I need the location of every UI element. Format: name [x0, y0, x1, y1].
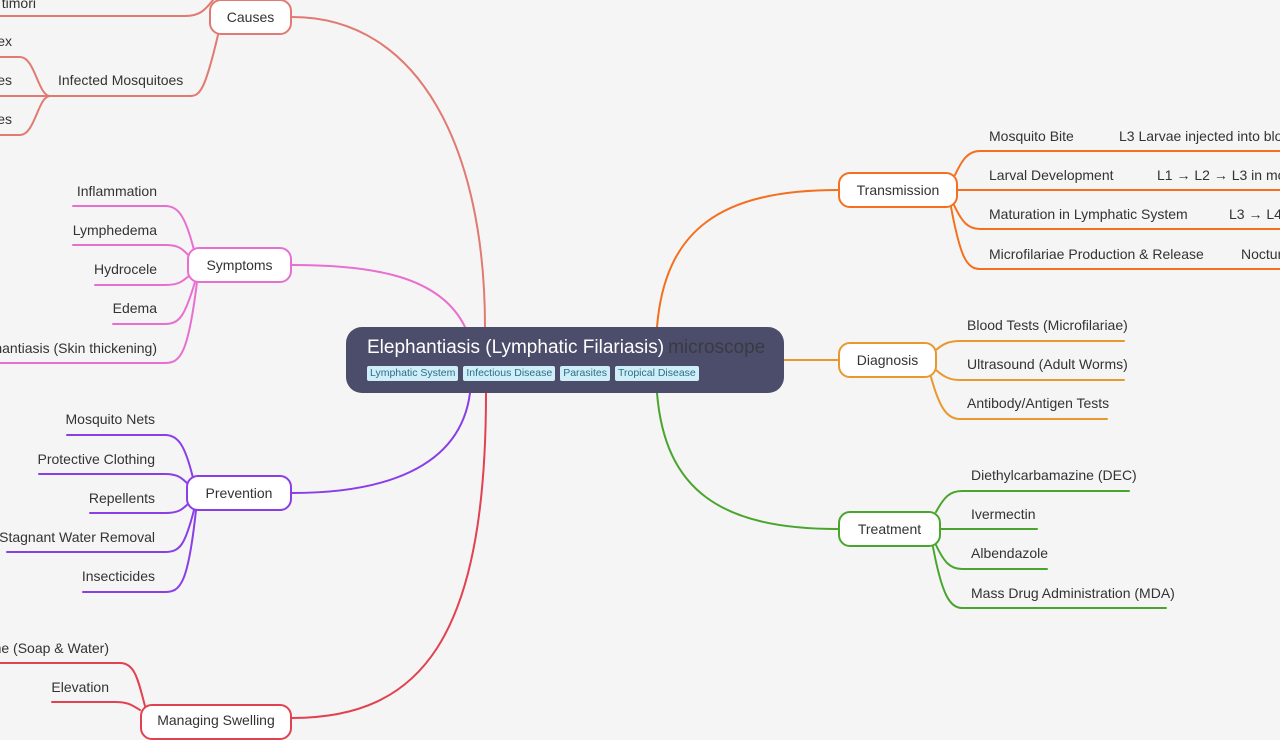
- mosquito-child[interactable]: es: [0, 71, 12, 89]
- link-sym-2: [72, 244, 191, 258]
- link-root-prevention: [291, 392, 471, 494]
- symptom-item[interactable]: Inflammation: [77, 182, 157, 200]
- transmission-item[interactable]: Microfilariae Production & Release: [989, 245, 1204, 263]
- transmission-detail[interactable]: L3 Larvae injected into bloo: [1119, 127, 1280, 145]
- tag[interactable]: Infectious Disease: [463, 366, 556, 381]
- diagnosis-item[interactable]: Ultrasound (Adult Worms): [967, 355, 1128, 373]
- link-root-managing: [291, 392, 487, 719]
- branch-managing-swelling[interactable]: Managing Swelling: [140, 704, 292, 740]
- tag[interactable]: Tropical Disease: [614, 366, 699, 381]
- root-node[interactable]: Elephantiasis (Lymphatic Filariasis) micr…: [346, 327, 784, 393]
- branch-symptoms[interactable]: Symptoms: [187, 247, 292, 283]
- link-root-transmission: [656, 189, 839, 328]
- branch-causes[interactable]: Causes: [209, 0, 292, 35]
- branch-treatment[interactable]: Treatment: [838, 511, 941, 547]
- link-diag-1: [935, 340, 1125, 351]
- tag[interactable]: Parasites: [560, 366, 610, 381]
- treatment-item[interactable]: Ivermectin: [971, 505, 1036, 523]
- root-title: Elephantiasis (Lymphatic Filariasis) micr…: [367, 337, 784, 359]
- branch-diagnosis[interactable]: Diagnosis: [838, 342, 937, 378]
- symptom-item[interactable]: Lymphedema: [73, 221, 157, 239]
- prevention-item[interactable]: Mosquito Nets: [66, 410, 155, 428]
- prevention-item[interactable]: Stagnant Water Removal: [0, 528, 155, 546]
- transmission-detail[interactable]: Noctur: [1241, 245, 1280, 263]
- prevention-item[interactable]: Insecticides: [82, 567, 155, 585]
- transmission-item[interactable]: Larval Development: [989, 166, 1114, 184]
- causes-child-infected-mosquitoes[interactable]: Infected Mosquitoes: [58, 71, 183, 89]
- root-title-text: Elephantiasis (Lymphatic Filariasis): [367, 337, 665, 358]
- symptom-item[interactable]: Hydrocele: [94, 260, 157, 278]
- transmission-detail[interactable]: L3 → L4 →: [1229, 205, 1280, 223]
- managing-item[interactable]: Elevation: [51, 678, 109, 696]
- ghost-text: microscope: [668, 337, 766, 358]
- mosquito-child[interactable]: es: [0, 110, 12, 128]
- diagnosis-item[interactable]: Blood Tests (Microfilariae): [967, 316, 1128, 334]
- link-root-causes: [291, 16, 486, 328]
- transmission-item[interactable]: Mosquito Bite: [989, 127, 1074, 145]
- diagnosis-item[interactable]: Antibody/Antigen Tests: [967, 394, 1109, 412]
- treatment-item[interactable]: Albendazole: [971, 544, 1048, 562]
- treatment-item[interactable]: Diethylcarbamazine (DEC): [971, 466, 1137, 484]
- link-root-treatment: [656, 392, 839, 530]
- transmission-detail[interactable]: L1 → L2 → L3 in mosq: [1157, 166, 1280, 184]
- link-prev-2: [38, 473, 190, 486]
- prevention-item[interactable]: Repellents: [89, 489, 155, 507]
- link-man-2: [51, 701, 141, 711]
- mosquito-child[interactable]: ex: [0, 32, 12, 50]
- tag[interactable]: Lymphatic System: [367, 366, 459, 381]
- symptom-item[interactable]: hantiasis (Skin thickening): [0, 339, 157, 357]
- treatment-item[interactable]: Mass Drug Administration (MDA): [971, 584, 1175, 602]
- prevention-item[interactable]: Protective Clothing: [37, 450, 155, 468]
- symptom-item[interactable]: Edema: [113, 299, 157, 317]
- transmission-item[interactable]: Maturation in Lymphatic System: [989, 205, 1188, 223]
- causes-child-timori[interactable]: timori: [2, 0, 36, 12]
- branch-prevention[interactable]: Prevention: [186, 475, 292, 511]
- link-root-symptoms: [291, 264, 466, 328]
- tag-list: Lymphatic System Infectious Disease Para…: [367, 366, 784, 381]
- managing-item[interactable]: ene (Soap & Water): [0, 639, 109, 657]
- branch-transmission[interactable]: Transmission: [838, 172, 958, 208]
